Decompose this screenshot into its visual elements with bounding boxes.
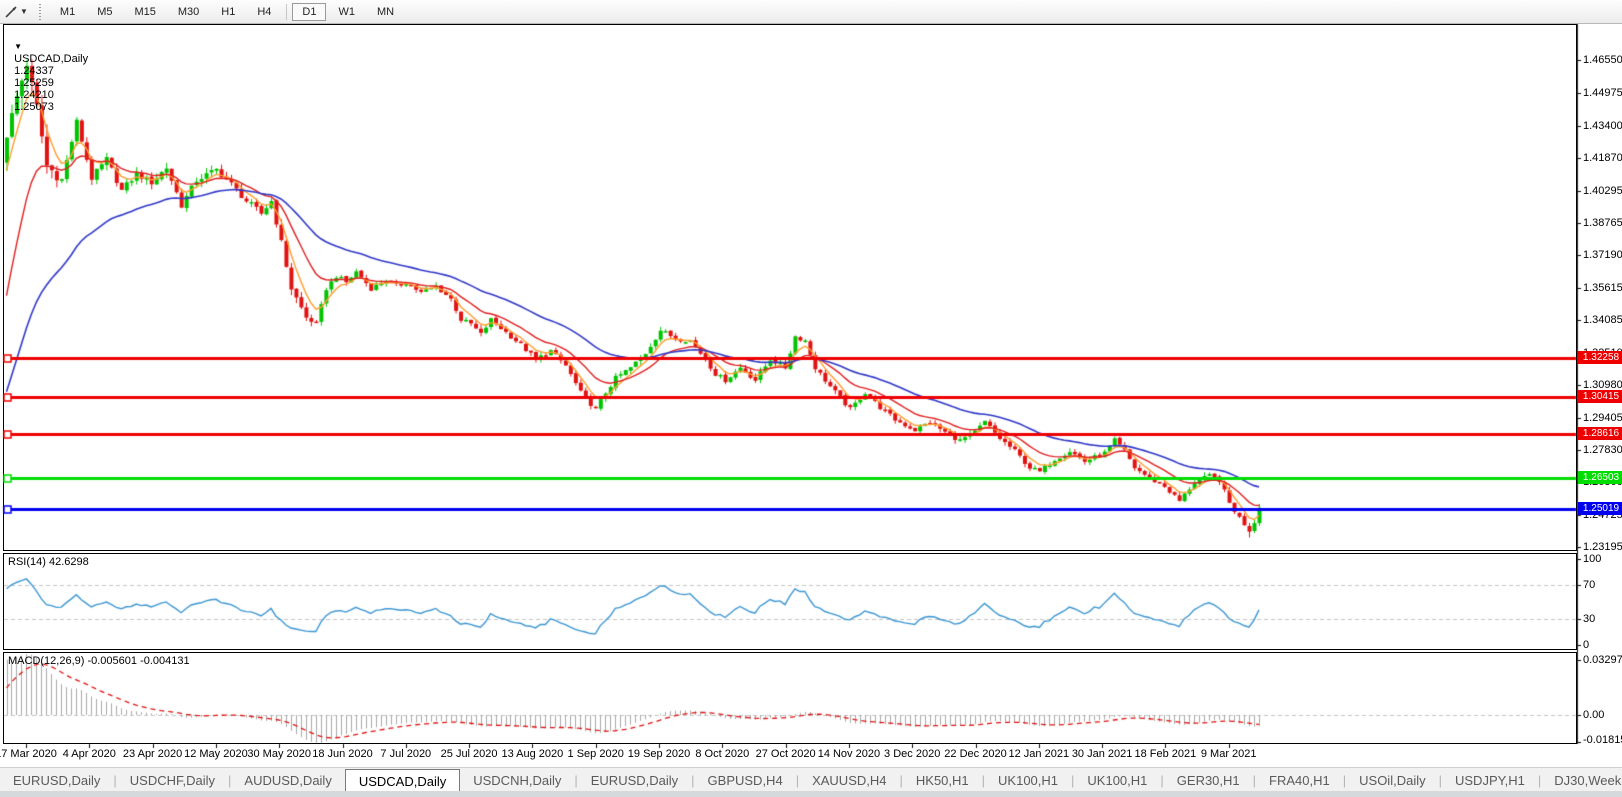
rsi-axis-tick: 100: [1583, 553, 1601, 565]
date-label: 13 Aug 2020: [501, 748, 563, 760]
macd-axis-tick: -0.018154: [1583, 734, 1622, 746]
date-label: 27 Oct 2020: [756, 748, 816, 760]
date-label: 14 Nov 2020: [818, 748, 880, 760]
date-label: 12 May 2020: [184, 748, 248, 760]
tab-audusd-daily[interactable]: AUDUSD,Daily: [231, 768, 344, 792]
date-label: 30 May 2020: [247, 748, 311, 760]
price-axis-tick: 1.37190: [1583, 249, 1622, 261]
price-chart-canvas[interactable]: [0, 0, 1622, 797]
tab-ger30-h1[interactable]: GER30,H1: [1164, 768, 1253, 792]
macd-axis-tick: 0.00: [1583, 709, 1604, 721]
chart-tab-bar: EURUSD,Daily|USDCHF,Daily|AUDUSD,DailyUS…: [0, 767, 1622, 792]
chart-tabs: EURUSD,Daily|USDCHF,Daily|AUDUSD,DailyUS…: [0, 768, 1622, 792]
tab-hk50-h1[interactable]: HK50,H1: [903, 768, 982, 792]
rsi-axis-tick: 70: [1583, 579, 1595, 591]
macd-axis-tick: 0.032972: [1583, 654, 1622, 666]
price-axis-tick: 1.44975: [1583, 87, 1622, 99]
date-label: 7 Jul 2020: [380, 748, 431, 760]
date-label: 18 Jun 2020: [312, 748, 373, 760]
date-label: 8 Oct 2020: [695, 748, 749, 760]
status-strip: [0, 791, 1622, 797]
date-label: 4 Apr 2020: [63, 748, 116, 760]
tab-uk100-h1[interactable]: UK100,H1: [1074, 768, 1160, 792]
tab-dj30-weekly[interactable]: DJ30,Weekly: [1541, 768, 1622, 792]
date-label: 9 Mar 2021: [1201, 748, 1257, 760]
date-label: 25 Jul 2020: [441, 748, 498, 760]
tab-uk100-h1[interactable]: UK100,H1: [985, 768, 1071, 792]
price-axis-tick: 1.35615: [1583, 282, 1622, 294]
tab-eurusd-daily[interactable]: EURUSD,Daily: [578, 768, 691, 792]
chart-symbol: USDCAD,Daily: [14, 53, 88, 65]
ohlc-low: 1.24210: [14, 89, 54, 101]
date-label: 1 Sep 2020: [568, 748, 624, 760]
level-price-tag[interactable]: 1.32258: [1578, 351, 1622, 364]
ohlc-open: 1.24337: [14, 65, 54, 77]
tab-xauusd-h4[interactable]: XAUUSD,H4: [799, 768, 899, 792]
tab-usoil-daily[interactable]: USOil,Daily: [1346, 768, 1438, 792]
level-price-tag[interactable]: 1.30415: [1578, 390, 1622, 403]
tab-usdchf-daily[interactable]: USDCHF,Daily: [117, 768, 228, 792]
rsi-axis-tick: 30: [1583, 613, 1595, 625]
tab-usdcnh-daily[interactable]: USDCNH,Daily: [460, 768, 574, 792]
price-axis-tick: 1.34085: [1583, 314, 1622, 326]
tab-fra40-h1[interactable]: FRA40,H1: [1256, 768, 1343, 792]
price-axis-tick: 1.43400: [1583, 120, 1622, 132]
level-price-tag[interactable]: 1.25019: [1578, 502, 1622, 515]
date-label: 30 Jan 2021: [1072, 748, 1133, 760]
macd-label: MACD(12,26,9) -0.005601 -0.004131: [8, 655, 190, 667]
date-label: 19 Sep 2020: [628, 748, 690, 760]
price-axis-tick: 1.46550: [1583, 54, 1622, 66]
date-label: 3 Dec 2020: [884, 748, 940, 760]
price-axis-tick: 1.29405: [1583, 412, 1622, 424]
rsi-label: RSI(14) 42.6298: [8, 556, 89, 568]
tab-usdcad-daily[interactable]: USDCAD,Daily: [345, 769, 460, 792]
date-label: 23 Apr 2020: [123, 748, 182, 760]
date-label: 18 Feb 2021: [1135, 748, 1197, 760]
tab-gbpusd-h4[interactable]: GBPUSD,H4: [695, 768, 796, 792]
price-axis-tick: 1.27830: [1583, 444, 1622, 456]
date-label: 12 Jan 2021: [1009, 748, 1070, 760]
ohlc-high: 1.25259: [14, 77, 54, 89]
tab-usdjpy-h1[interactable]: USDJPY,H1: [1442, 768, 1538, 792]
price-axis-tick: 1.41870: [1583, 152, 1622, 164]
chart-title: ▼ USDCAD,Daily 1.24337 1.25259 1.24210 1…: [8, 29, 88, 113]
level-price-tag[interactable]: 1.28616: [1578, 427, 1622, 440]
symbol-dropdown-icon[interactable]: ▼: [14, 42, 22, 51]
price-axis-tick: 1.23195: [1583, 541, 1622, 553]
price-axis-tick: 1.40295: [1583, 185, 1622, 197]
level-price-tag[interactable]: 1.26503: [1578, 471, 1622, 484]
price-axis-tick: 1.38765: [1583, 217, 1622, 229]
tab-eurusd-daily[interactable]: EURUSD,Daily: [0, 768, 113, 792]
date-label: 17 Mar 2020: [0, 748, 57, 760]
date-label: 22 Dec 2020: [944, 748, 1006, 760]
ohlc-close: 1.25073: [14, 101, 54, 113]
rsi-axis-tick: 0: [1583, 639, 1589, 651]
